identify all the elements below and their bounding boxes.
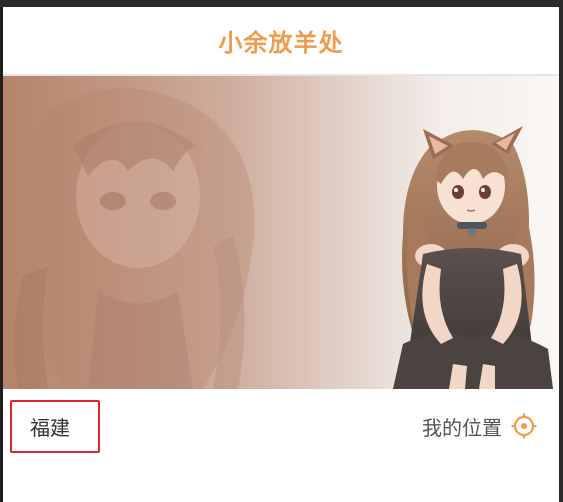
banner-image xyxy=(3,76,559,389)
page-title: 小余放羊处 xyxy=(218,29,344,57)
app-frame: 小余放羊处 福建 我的位置 xyxy=(0,0,563,502)
city-label: 福建 xyxy=(30,416,70,440)
app-header: 小余放羊处 xyxy=(3,7,559,76)
my-location-label: 我的位置 xyxy=(422,415,502,440)
anime-girl-banner-image xyxy=(3,76,553,389)
my-location-button[interactable]: 我的位置 xyxy=(422,411,537,441)
crosshair-icon xyxy=(511,413,537,439)
city-selector[interactable]: 福建 xyxy=(10,400,100,453)
location-bar: 福建 我的位置 xyxy=(3,389,559,502)
window-right-edge xyxy=(559,7,563,502)
window-top-strip xyxy=(0,0,563,7)
